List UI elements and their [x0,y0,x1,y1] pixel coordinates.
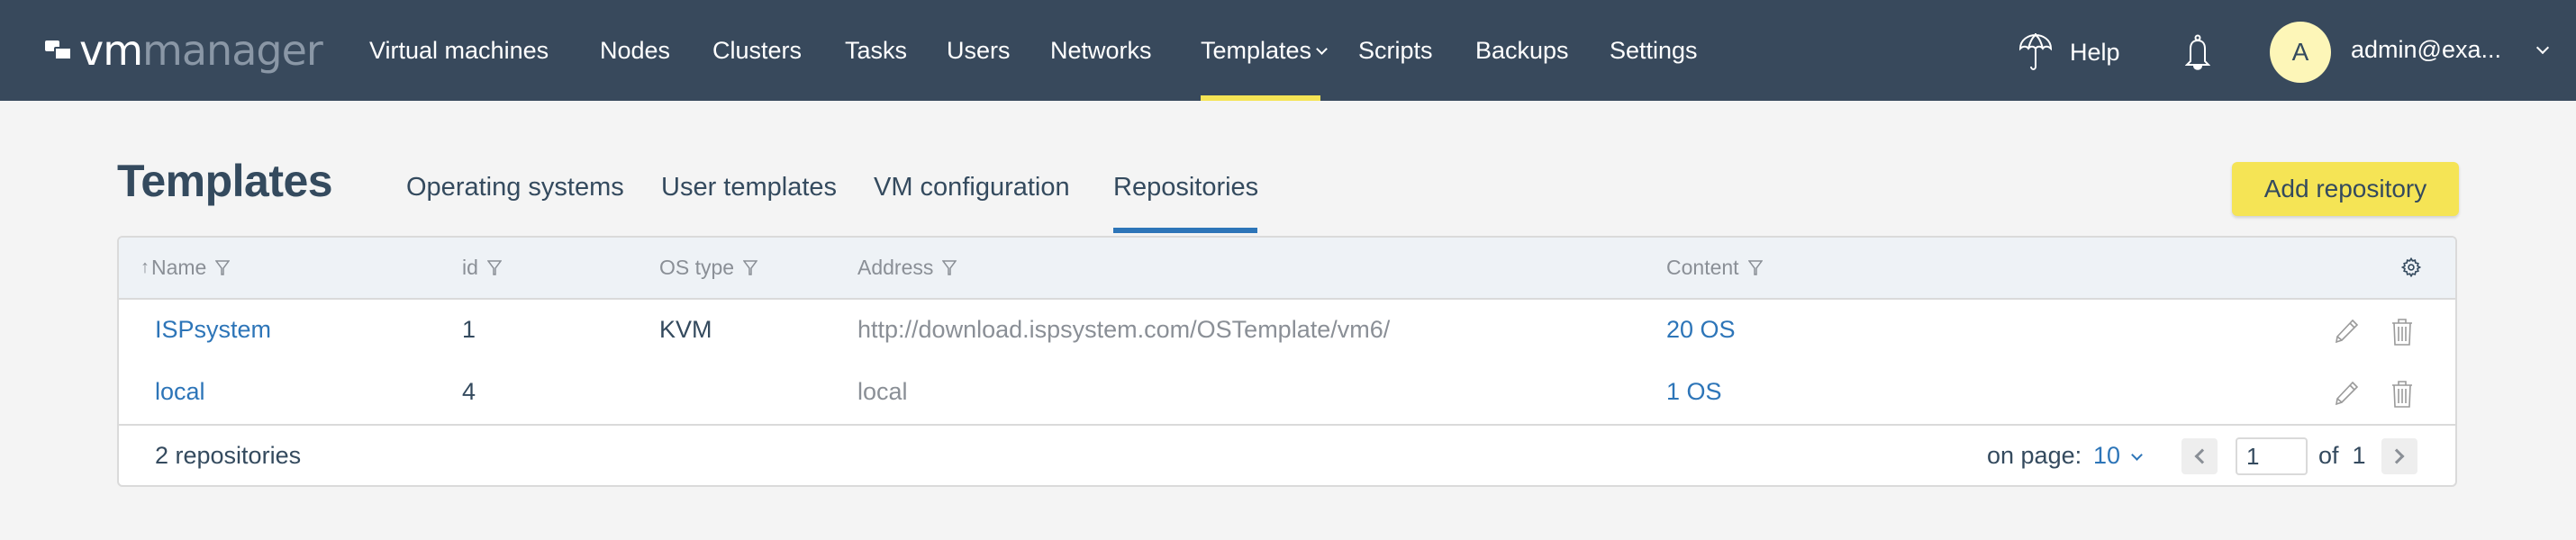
table-row: ISPsystem 1 KVM http://download.ispsyste… [119,300,2455,363]
delete-button[interactable] [2390,380,2414,412]
gear-icon [2400,256,2422,278]
column-label: Name [151,256,207,279]
chevron-left-icon [2194,448,2210,464]
nav-networks[interactable]: Networks [1050,36,1152,65]
trash-icon [2392,319,2412,346]
chevron-down-icon[interactable] [2131,449,2143,461]
tab-active-indicator [1113,228,1257,233]
filter-icon[interactable] [215,259,231,276]
table-footer: 2 repositories on page: 10 of 1 [119,424,2455,485]
table-header: ↑ Name id OS type Address Content [119,238,2455,300]
tab-vm-configuration[interactable]: VM configuration [874,173,1070,202]
total-pages: 1 [2352,442,2366,469]
umbrella-icon [2018,33,2053,70]
table-row: local 4 local 1 OS [119,362,2455,425]
column-settings-button[interactable] [2400,256,2422,281]
repository-id: 1 [462,316,476,343]
user-menu[interactable]: admin@exa... [2351,36,2501,64]
pencil-icon [2335,381,2359,406]
repository-content-link[interactable]: 1 OS [1666,378,1722,406]
filter-icon[interactable] [1747,259,1763,276]
help-label: Help [2070,38,2120,66]
chevron-down-icon [1316,43,1328,55]
edit-button[interactable] [2333,318,2360,348]
tab-user-templates[interactable]: User templates [661,173,837,202]
edit-button[interactable] [2333,380,2360,410]
page-title: Templates [117,156,333,206]
tab-operating-systems[interactable]: Operating systems [406,173,624,202]
page-size-label: on page: [1987,442,2082,469]
chevron-down-icon[interactable] [2535,40,2550,55]
total-pages-label: of 1 [2318,442,2366,470]
nav-tasks[interactable]: Tasks [845,36,907,65]
record-count: 2 repositories [155,442,302,469]
column-label: Content [1666,256,1739,279]
nav-active-indicator [1201,95,1320,101]
filter-icon[interactable] [486,259,502,276]
repository-address: local [857,378,908,405]
repository-name-link[interactable]: ISPsystem [155,316,271,344]
column-header-os-type[interactable]: OS type [659,256,758,280]
trash-icon [2392,381,2412,408]
nav-settings[interactable]: Settings [1610,36,1698,65]
of-label: of [2318,442,2339,469]
logo-text-manager: manager [142,26,323,75]
nav-virtual-machines[interactable]: Virtual machines [369,36,549,65]
delete-button[interactable] [2390,318,2414,350]
repositories-table: ↑ Name id OS type Address Content ISPsys… [117,236,2457,487]
repository-os-type: KVM [659,316,712,343]
repository-name-link[interactable]: local [155,378,205,406]
nav-users[interactable]: Users [947,36,1011,65]
nav-clusters[interactable]: Clusters [712,36,802,65]
logo[interactable]: vm manager [45,26,323,75]
nav-backups[interactable]: Backups [1475,36,1569,65]
column-label: OS type [659,256,735,279]
nav-templates[interactable]: Templates [1201,36,1328,65]
logo-text-vm: vm [79,26,143,75]
prev-page-button[interactable] [2181,438,2218,474]
notifications-button[interactable] [2184,34,2211,76]
nav-templates-label: Templates [1201,37,1312,64]
repository-id: 4 [462,378,476,405]
repository-content-link[interactable]: 20 OS [1666,316,1736,344]
column-header-id[interactable]: id [462,256,502,280]
chevron-right-icon [2389,448,2405,464]
logo-icon [45,39,74,62]
repository-address: http://download.ispsystem.com/OSTemplate… [857,316,1391,343]
column-label: Address [857,256,934,279]
nav-scripts[interactable]: Scripts [1358,36,1433,65]
top-navbar: vm manager Virtual machines Nodes Cluster… [0,0,2576,101]
help-button[interactable]: Help [2018,32,2120,72]
bell-icon [2184,34,2211,70]
column-label: id [462,256,478,279]
nav-nodes[interactable]: Nodes [600,36,670,65]
avatar[interactable]: A [2270,22,2331,83]
sort-ascending-icon: ↑ [141,257,150,277]
add-repository-button[interactable]: Add repository [2232,162,2459,216]
column-header-content[interactable]: Content [1666,256,1763,280]
page-size-select[interactable]: 10 [2093,442,2120,470]
page-number-input[interactable] [2236,437,2308,475]
filter-icon[interactable] [942,259,957,276]
pencil-icon [2335,319,2359,344]
filter-icon[interactable] [743,259,758,276]
column-header-name[interactable]: ↑ Name [141,256,231,280]
tab-repositories[interactable]: Repositories [1113,173,1258,202]
next-page-button[interactable] [2381,438,2417,474]
column-header-address[interactable]: Address [857,256,957,280]
